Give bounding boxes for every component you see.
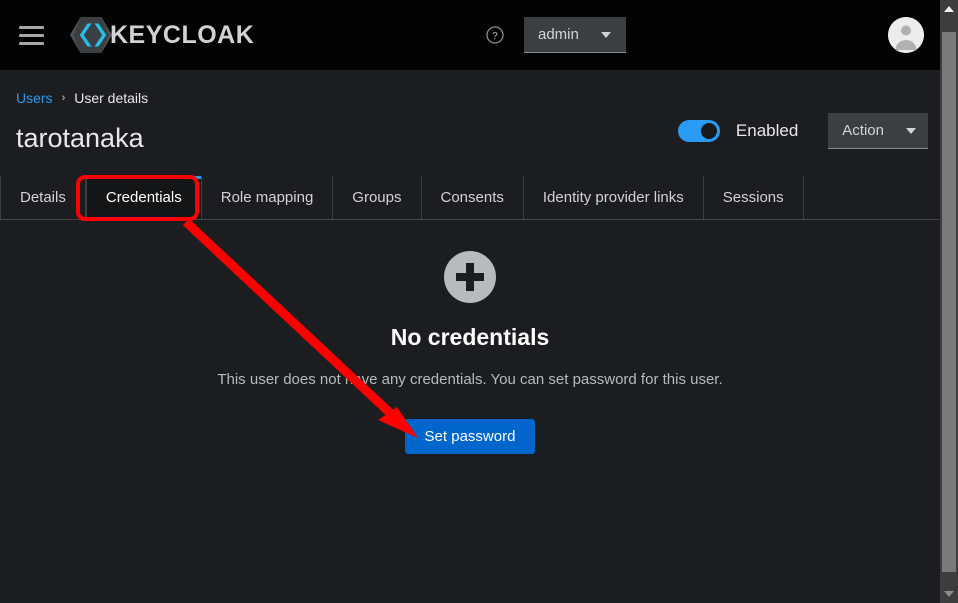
user-detail-tabs: Details Credentials Role mapping Groups … — [0, 176, 940, 220]
hamburger-bar — [18, 25, 44, 29]
tab-label: Groups — [352, 189, 402, 206]
hamburger-bar — [18, 41, 44, 45]
chevron-down-icon — [600, 31, 611, 38]
admin-user-dropdown[interactable]: admin — [524, 17, 626, 53]
brand-logo[interactable]: KEYCLOAK — [70, 14, 254, 56]
vertical-scrollbar[interactable] — [940, 0, 958, 603]
breadcrumb-current: User details — [74, 90, 149, 106]
scrollbar-thumb[interactable] — [942, 32, 956, 572]
tab-role-mapping[interactable]: Role mapping — [202, 176, 334, 219]
empty-state-body: This user does not have any credentials.… — [217, 371, 723, 388]
breadcrumb-users-link[interactable]: Users — [16, 90, 53, 106]
masthead: KEYCLOAK ? admin — [0, 0, 940, 70]
scroll-down-arrow-icon[interactable] — [940, 585, 958, 603]
empty-state: No credentials This user does not have a… — [0, 221, 940, 454]
tab-label: Role mapping — [220, 189, 314, 206]
tab-consents[interactable]: Consents — [422, 176, 524, 219]
avatar[interactable] — [888, 17, 924, 53]
plus-circle-icon — [444, 251, 496, 303]
help-circle-icon[interactable]: ? — [480, 20, 510, 50]
keycloak-admin-console: KEYCLOAK ? admin Users › User details ta… — [0, 0, 958, 603]
breadcrumb: Users › User details — [0, 70, 940, 106]
tab-label: Credentials — [105, 189, 182, 206]
chevron-down-icon — [906, 127, 916, 134]
svg-text:?: ? — [492, 31, 498, 42]
empty-state-title: No credentials — [390, 324, 550, 350]
tab-label: Sessions — [722, 189, 784, 206]
toggle-knob — [700, 123, 717, 139]
hamburger-icon[interactable] — [8, 12, 54, 58]
action-dropdown[interactable]: Action — [828, 113, 928, 149]
page-header-actions: Enabled Action — [677, 113, 928, 149]
tab-label: Consents — [440, 189, 504, 206]
tab-credentials[interactable]: Credentials — [85, 176, 202, 219]
masthead-toolbar: ? admin — [480, 0, 626, 70]
tab-details[interactable]: Details — [0, 176, 86, 219]
action-dropdown-label: Action — [842, 122, 884, 139]
keycloak-logo-icon — [70, 17, 112, 53]
brand-text: KEYCLOAK — [110, 20, 255, 49]
enabled-toggle-label: Enabled — [735, 121, 799, 140]
enabled-toggle[interactable] — [677, 120, 720, 142]
tab-identity-provider-links[interactable]: Identity provider links — [524, 176, 704, 219]
set-password-button[interactable]: Set password — [404, 419, 536, 454]
hamburger-bar — [18, 33, 44, 37]
scroll-up-glyph — [944, 6, 954, 12]
tab-groups[interactable]: Groups — [333, 176, 422, 219]
tab-label: Details — [20, 189, 66, 206]
tab-label: Identity provider links — [542, 189, 684, 206]
breadcrumb-separator-icon: › — [61, 92, 66, 104]
scroll-up-arrow-icon[interactable] — [940, 0, 958, 18]
tab-sessions[interactable]: Sessions — [704, 176, 804, 219]
page-title: tarotanaka — [16, 122, 144, 153]
credentials-panel: No credentials This user does not have a… — [0, 221, 940, 603]
scroll-down-glyph — [944, 591, 954, 597]
admin-user-label: admin — [538, 26, 579, 43]
